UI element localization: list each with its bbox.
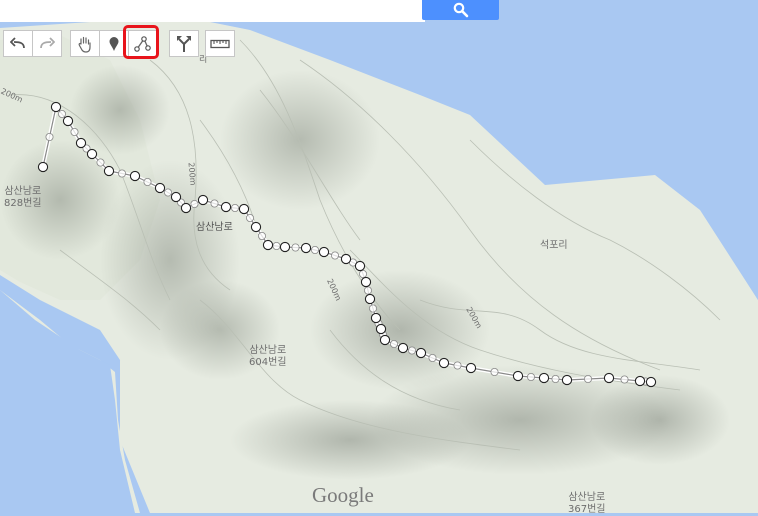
redo-icon: [40, 36, 55, 48]
road-label-604-name: 삼산남로: [249, 345, 287, 356]
route-midpoint-handle[interactable]: [620, 375, 629, 384]
route-vertex[interactable]: [360, 276, 372, 288]
selected-tool-highlight: [123, 25, 159, 59]
route-midpoint-handle[interactable]: [163, 188, 172, 197]
route-midpoint-handle[interactable]: [330, 251, 339, 260]
road-label-367: 삼산남로 367번길: [568, 492, 606, 516]
route-vertex[interactable]: [379, 334, 391, 346]
route-midpoint-handle[interactable]: [230, 203, 239, 212]
draw-line-button[interactable]: [123, 25, 159, 59]
route-midpoint-handle[interactable]: [407, 346, 416, 355]
route-midpoint-handle[interactable]: [428, 353, 437, 362]
route-vertex[interactable]: [375, 323, 387, 335]
route-midpoint-handle[interactable]: [363, 286, 372, 295]
ruler-icon: [210, 39, 230, 48]
marker-icon: [109, 36, 119, 51]
road-label-367-name: 삼산남로: [568, 492, 606, 503]
route-midpoint-handle[interactable]: [245, 213, 254, 222]
route-vertex[interactable]: [634, 375, 646, 387]
route-midpoint-handle[interactable]: [291, 243, 300, 252]
route-vertex[interactable]: [364, 293, 376, 305]
contour-label-b: 200m: [186, 162, 198, 186]
hand-pan-icon: [78, 36, 91, 53]
route-midpoint-handle[interactable]: [272, 241, 281, 250]
route-vertex[interactable]: [154, 182, 166, 194]
road-label-367-number: 367번길: [568, 504, 606, 515]
route-vertex[interactable]: [50, 101, 62, 113]
route-vertex[interactable]: [354, 260, 366, 272]
route-midpoint-handle[interactable]: [45, 132, 54, 141]
route-midpoint-handle[interactable]: [584, 374, 593, 383]
route-vertex[interactable]: [512, 370, 524, 382]
measure-toolbar: [205, 30, 235, 59]
undo-button[interactable]: [3, 30, 33, 57]
drawing-toolbar: [70, 25, 159, 59]
route-vertex[interactable]: [465, 362, 477, 374]
route-vertex[interactable]: [238, 203, 250, 215]
route-vertex[interactable]: [603, 372, 615, 384]
route-midpoint-handle[interactable]: [210, 199, 219, 208]
route-vertex[interactable]: [197, 194, 209, 206]
route-vertex[interactable]: [645, 376, 657, 388]
road-label-604-number: 604번길: [249, 357, 287, 368]
route-vertex[interactable]: [300, 242, 312, 254]
route-midpoint-handle[interactable]: [368, 304, 377, 313]
route-midpoint-handle[interactable]: [527, 372, 536, 381]
route-midpoint-handle[interactable]: [118, 169, 127, 178]
route-vertex[interactable]: [220, 201, 232, 213]
search-icon: [453, 2, 469, 18]
route-vertex[interactable]: [438, 357, 450, 369]
route-midpoint-handle[interactable]: [96, 158, 105, 167]
pan-button[interactable]: [70, 30, 100, 57]
route-vertex[interactable]: [538, 372, 550, 384]
undo-icon: [10, 36, 25, 48]
directions-toolbar: [169, 30, 199, 59]
route-midpoint-handle[interactable]: [310, 245, 319, 254]
route-vertex[interactable]: [415, 347, 427, 359]
route-midpoint-handle[interactable]: [358, 269, 367, 278]
road-label-828-name: 삼산남로: [4, 186, 42, 197]
google-logo: Google: [312, 483, 374, 507]
route-vertex[interactable]: [37, 161, 49, 173]
search-input[interactable]: [0, 0, 425, 22]
route-vertex[interactable]: [129, 170, 141, 182]
route-midpoint-handle[interactable]: [490, 367, 499, 376]
route-vertex[interactable]: [250, 221, 262, 233]
route-vertex[interactable]: [340, 253, 352, 265]
route-vertex[interactable]: [262, 239, 274, 251]
directions-button[interactable]: [169, 30, 199, 57]
road-label-828: 삼산남로 828번길: [4, 186, 42, 210]
route-midpoint-handle[interactable]: [70, 127, 79, 136]
route-midpoint-handle[interactable]: [453, 361, 462, 370]
road-label-828-number: 828번길: [4, 198, 42, 209]
route-vertex[interactable]: [180, 202, 192, 214]
map-canvas[interactable]: [0, 0, 758, 513]
route-midpoint-handle[interactable]: [143, 177, 152, 186]
route-midpoint-handle[interactable]: [389, 339, 398, 348]
route-vertex[interactable]: [561, 374, 573, 386]
redo-button[interactable]: [32, 30, 62, 57]
route-vertex[interactable]: [170, 191, 182, 203]
route-vertex[interactable]: [75, 137, 87, 149]
route-midpoint-handle[interactable]: [58, 110, 67, 119]
history-toolbar: [3, 30, 62, 59]
route-vertex[interactable]: [397, 342, 409, 354]
route-midpoint-handle[interactable]: [190, 199, 199, 208]
route-vertex[interactable]: [86, 148, 98, 160]
route-vertex[interactable]: [318, 246, 330, 258]
route-vertex[interactable]: [370, 312, 382, 324]
directions-icon: [177, 35, 191, 52]
route-midpoint-handle[interactable]: [257, 231, 266, 240]
route-vertex[interactable]: [62, 115, 74, 127]
road-label-604: 삼산남로 604번길: [249, 345, 287, 369]
measure-button[interactable]: [205, 30, 235, 57]
road-label-main: 삼산남로: [196, 222, 233, 233]
route-vertex[interactable]: [279, 241, 291, 253]
village-label: 석포리: [540, 240, 568, 251]
route-vertex[interactable]: [103, 165, 115, 177]
search-button[interactable]: [422, 0, 499, 20]
route-midpoint-handle[interactable]: [551, 374, 560, 383]
